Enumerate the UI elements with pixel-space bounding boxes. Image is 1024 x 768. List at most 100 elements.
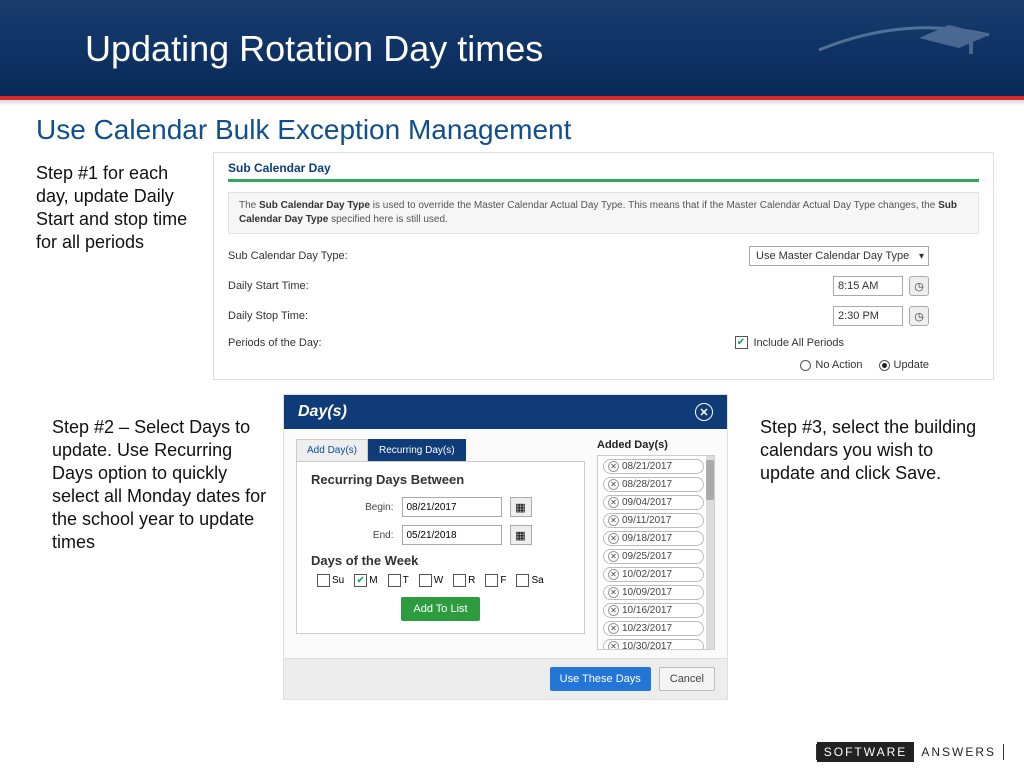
days-dialog: Day(s) ✕ Add Day(s) Recurring Day(s) Rec… xyxy=(283,394,728,700)
remove-day-icon[interactable]: ✕ xyxy=(608,515,619,526)
added-day-value: 08/28/2017 xyxy=(622,479,672,490)
input-value: 08/21/2017 xyxy=(407,502,457,513)
added-day-value: 08/21/2017 xyxy=(622,461,672,472)
added-day-pill[interactable]: ✕10/02/2017 xyxy=(603,567,704,582)
begin-date-input[interactable]: 08/21/2017 xyxy=(402,497,502,517)
added-day-pill[interactable]: ✕09/18/2017 xyxy=(603,531,704,546)
step-2-text: Step #2 – Select Days to update. Use Rec… xyxy=(52,394,267,700)
dow-f-checkbox[interactable] xyxy=(485,574,498,587)
added-day-pill[interactable]: ✕10/30/2017 xyxy=(603,639,704,650)
cancel-button[interactable]: Cancel xyxy=(659,667,715,691)
type-label: Sub Calendar Day Type: xyxy=(228,250,428,262)
close-icon[interactable]: ✕ xyxy=(695,403,713,421)
dow-label: Su xyxy=(332,575,344,586)
chevron-down-icon: ▾ xyxy=(919,251,924,262)
use-these-days-button[interactable]: Use These Days xyxy=(550,667,651,691)
remove-day-icon[interactable]: ✕ xyxy=(608,605,619,616)
added-day-pill[interactable]: ✕08/28/2017 xyxy=(603,477,704,492)
logo-part-b: ANSWERS xyxy=(914,742,1003,762)
dow-sa-checkbox[interactable] xyxy=(516,574,529,587)
input-value: 8:15 AM xyxy=(838,280,878,292)
stop-label: Daily Stop Time: xyxy=(228,310,428,322)
recurring-tab-content: Recurring Days Between Begin: 08/21/2017… xyxy=(296,461,585,634)
periods-label: Periods of the Day: xyxy=(228,337,428,349)
added-day-value: 09/18/2017 xyxy=(622,533,672,544)
added-day-pill[interactable]: ✕09/11/2017 xyxy=(603,513,704,528)
added-day-pill[interactable]: ✕09/25/2017 xyxy=(603,549,704,564)
added-day-pill[interactable]: ✕10/09/2017 xyxy=(603,585,704,600)
dow-label: M xyxy=(369,575,377,586)
remove-day-icon[interactable]: ✕ xyxy=(608,497,619,508)
panel-heading: Sub Calendar Day xyxy=(228,161,979,182)
update-radio[interactable] xyxy=(879,360,890,371)
end-date-input[interactable]: 05/21/2018 xyxy=(402,525,502,545)
added-days-header: Added Day(s) xyxy=(597,439,715,451)
added-day-pill[interactable]: ✕10/23/2017 xyxy=(603,621,704,636)
logo-part-a: SOFTWARE xyxy=(817,742,915,762)
footer-logo: SOFTWAREANSWERS xyxy=(816,744,1004,760)
dow-row: Su ✔M T W R F Sa xyxy=(311,574,570,587)
add-to-list-button[interactable]: Add To List xyxy=(401,597,479,621)
added-day-value: 10/23/2017 xyxy=(622,623,672,634)
no-action-radio[interactable] xyxy=(800,360,811,371)
info-bold: Sub Calendar Day Type xyxy=(259,200,370,211)
stop-time-input[interactable]: 2:30 PM xyxy=(833,306,903,326)
remove-day-icon[interactable]: ✕ xyxy=(608,461,619,472)
dow-label: F xyxy=(500,575,506,586)
dow-label: Sa xyxy=(531,575,543,586)
added-days-list[interactable]: ✕08/21/2017✕08/28/2017✕09/04/2017✕09/11/… xyxy=(597,455,715,650)
dow-r-checkbox[interactable] xyxy=(453,574,466,587)
dialog-title: Day(s) xyxy=(298,403,347,421)
select-value: Use Master Calendar Day Type xyxy=(756,250,909,262)
remove-day-icon[interactable]: ✕ xyxy=(608,569,619,580)
added-day-value: 09/11/2017 xyxy=(622,515,671,526)
step-3-text: Step #3, select the building calendars y… xyxy=(744,394,994,700)
recurring-title: Recurring Days Between xyxy=(311,472,570,487)
checkbox-label: Include All Periods xyxy=(754,337,845,349)
action-radio-group: No Action Update xyxy=(228,359,979,371)
slide-banner: Updating Rotation Day times xyxy=(0,0,1024,96)
info-text: specified here is still used. xyxy=(328,214,448,225)
day-type-select[interactable]: Use Master Calendar Day Type ▾ xyxy=(749,246,929,266)
added-day-value: 09/25/2017 xyxy=(622,551,672,562)
added-day-value: 09/04/2017 xyxy=(622,497,672,508)
slide-subtitle: Use Calendar Bulk Exception Management xyxy=(0,106,1024,152)
added-day-value: 10/16/2017 xyxy=(622,605,672,616)
remove-day-icon[interactable]: ✕ xyxy=(608,533,619,544)
start-label: Daily Start Time: xyxy=(228,280,428,292)
dow-label: T xyxy=(403,575,409,586)
remove-day-icon[interactable]: ✕ xyxy=(608,479,619,490)
remove-day-icon[interactable]: ✕ xyxy=(608,551,619,562)
added-day-pill[interactable]: ✕08/21/2017 xyxy=(603,459,704,474)
graduation-cap-icon xyxy=(814,10,994,70)
dow-su-checkbox[interactable] xyxy=(317,574,330,587)
end-label: End: xyxy=(350,530,394,541)
remove-day-icon[interactable]: ✕ xyxy=(608,641,619,650)
dialog-title-bar: Day(s) ✕ xyxy=(284,395,727,429)
start-time-input[interactable]: 8:15 AM xyxy=(833,276,903,296)
info-text: The xyxy=(239,200,259,211)
added-day-pill[interactable]: ✕09/04/2017 xyxy=(603,495,704,510)
tab-add-days[interactable]: Add Day(s) xyxy=(296,439,368,461)
include-all-checkbox[interactable]: ✔ xyxy=(735,336,748,349)
remove-day-icon[interactable]: ✕ xyxy=(608,623,619,634)
calendar-icon[interactable]: ▦ xyxy=(510,497,532,517)
tab-recurring-days[interactable]: Recurring Day(s) xyxy=(368,439,466,461)
clock-icon[interactable]: ◷ xyxy=(909,276,929,296)
dow-title: Days of the Week xyxy=(311,553,570,568)
clock-icon[interactable]: ◷ xyxy=(909,306,929,326)
added-day-value: 10/09/2017 xyxy=(622,587,672,598)
dow-label: W xyxy=(434,575,443,586)
input-value: 2:30 PM xyxy=(838,310,879,322)
sub-calendar-panel: Sub Calendar Day The Sub Calendar Day Ty… xyxy=(213,152,994,380)
dow-m-checkbox[interactable]: ✔ xyxy=(354,574,367,587)
radio-label: Update xyxy=(894,359,929,371)
scrollbar-thumb[interactable] xyxy=(706,460,714,500)
dow-t-checkbox[interactable] xyxy=(388,574,401,587)
input-value: 05/21/2018 xyxy=(407,530,457,541)
calendar-icon[interactable]: ▦ xyxy=(510,525,532,545)
added-day-pill[interactable]: ✕10/16/2017 xyxy=(603,603,704,618)
remove-day-icon[interactable]: ✕ xyxy=(608,587,619,598)
dow-w-checkbox[interactable] xyxy=(419,574,432,587)
radio-label: No Action xyxy=(815,359,862,371)
